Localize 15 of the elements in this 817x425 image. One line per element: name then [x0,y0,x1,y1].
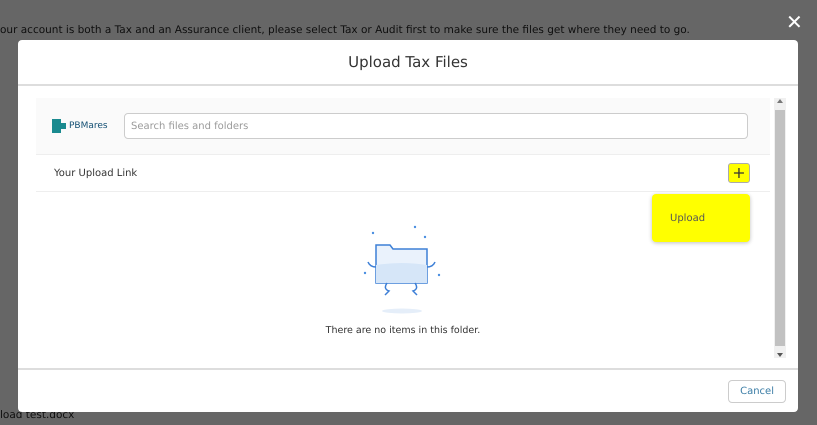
scrollbar[interactable] [774,98,786,358]
search-field[interactable]: Search files and folders [124,113,748,139]
logo-text: PBMares [69,121,108,131]
upload-menu-item[interactable]: Upload [652,194,750,242]
folder-name: Your Upload Link [54,168,138,178]
dialog-title: Upload Tax Files [18,40,798,86]
empty-message: There are no items in this folder. [326,324,480,336]
scroll-up-icon[interactable] [777,98,783,104]
background-text: our account is both a Tax and an Assurance client, please select Tax or Audit first to make sure the files get where they need to go. [0,24,691,36]
close-button[interactable]: ✕ [784,8,805,37]
add-button[interactable]: + [728,163,750,183]
file-name: load test.docx [0,409,76,423]
scroll-down-icon[interactable] [777,352,783,358]
logo-icon [52,119,66,133]
cancel-button[interactable]: Cancel [728,380,786,402]
